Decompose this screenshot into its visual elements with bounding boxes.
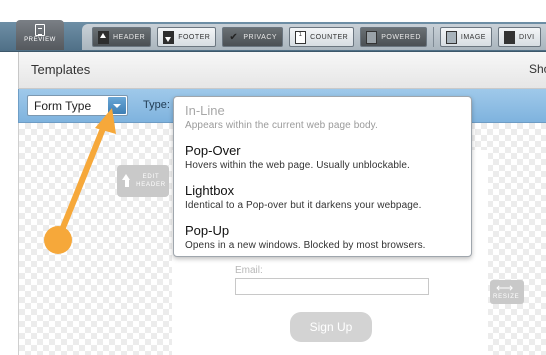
- element-toolbar: HEADER FOOTER ✔ PRIVACY 1 COUNTER POWERE…: [82, 24, 546, 50]
- menu-item-desc: Hovers within the web page. Usually unbl…: [185, 160, 410, 171]
- menu-item-desc: Opens in a new windows. Blocked by most …: [185, 240, 426, 251]
- chevron-down-icon[interactable]: [108, 97, 126, 114]
- counter-button[interactable]: 1 COUNTER: [289, 27, 355, 47]
- menu-item-in-line[interactable]: In-Line Appears within the current web p…: [185, 103, 469, 132]
- menu-item-name: Lightbox: [185, 183, 235, 198]
- menu-item-pop-up[interactable]: Pop-Up Opens in a new windows. Blocked b…: [185, 223, 469, 252]
- type-label: Type:: [143, 99, 170, 111]
- menu-item-lightbox[interactable]: Lightbox Identical to a Pop-over but it …: [185, 183, 469, 212]
- form-type-select[interactable]: Form Type: [27, 95, 128, 116]
- powered-icon: [366, 30, 378, 44]
- header-button[interactable]: HEADER: [92, 27, 152, 47]
- form-type-menu: In-Line Appears within the current web p…: [173, 96, 472, 257]
- divider-button[interactable]: DIVI: [497, 27, 541, 47]
- image-icon: [445, 30, 457, 44]
- menu-item-pop-over[interactable]: Pop-Over Hovers within the web page. Usu…: [185, 143, 469, 172]
- email-field[interactable]: [235, 278, 429, 295]
- show-link[interactable]: Sho: [529, 62, 546, 76]
- image-button[interactable]: IMAGE: [439, 27, 492, 47]
- email-label: Email:: [235, 265, 263, 276]
- form-type-label: Form Type: [34, 99, 92, 113]
- edit-header-button[interactable]: EDIT HEADER: [117, 165, 169, 197]
- preview-button[interactable]: PREVIEW: [16, 20, 64, 50]
- divider-icon: [503, 30, 515, 44]
- menu-item-name: Pop-Over: [185, 143, 241, 158]
- arrow-up-icon: [98, 30, 109, 44]
- arrow-up-icon: [122, 174, 131, 187]
- check-icon: ✔: [229, 31, 239, 43]
- menu-item-desc: Appears within the current web page body…: [185, 120, 378, 131]
- templates-title: Templates: [31, 62, 91, 77]
- resize-label: RESIZE: [493, 294, 520, 300]
- menu-item-name: Pop-Up: [185, 223, 230, 238]
- menu-item-desc: Identical to a Pop-over but it darkens y…: [185, 200, 422, 211]
- privacy-button[interactable]: ✔ PRIVACY: [222, 27, 284, 47]
- top-toolbar: PREVIEW HEADER FOOTER ✔ PRIVACY 1 COUNTE…: [0, 0, 546, 52]
- resize-arrows-icon: ⟷: [496, 281, 513, 295]
- document-icon: [35, 24, 45, 36]
- resize-handle[interactable]: ⟷ RESIZE: [490, 280, 524, 304]
- toolbar-divider: [432, 27, 434, 47]
- counter-icon: 1: [295, 30, 307, 44]
- arrow-down-icon: [163, 30, 175, 44]
- edit-header-line2: HEADER: [136, 182, 166, 188]
- footer-button[interactable]: FOOTER: [157, 27, 217, 47]
- preview-label: PREVIEW: [24, 37, 56, 43]
- powered-button[interactable]: POWERED: [360, 27, 427, 47]
- menu-item-name: In-Line: [185, 103, 225, 118]
- templates-header: Templates Sho: [18, 52, 546, 89]
- edit-header-line1: EDIT: [142, 174, 160, 180]
- sign-up-button[interactable]: Sign Up: [290, 312, 372, 342]
